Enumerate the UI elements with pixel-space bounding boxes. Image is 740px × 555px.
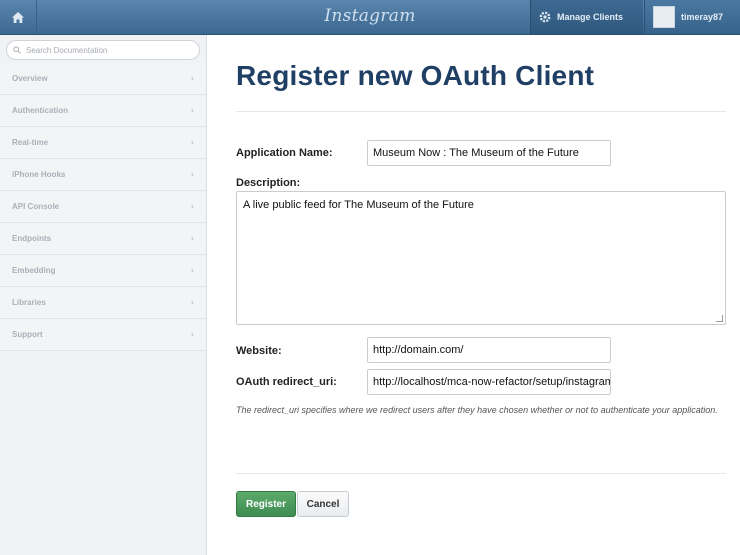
register-button[interactable]: Register [236,491,296,517]
chevron-right-icon: › [190,105,194,116]
sidebar-item-support[interactable]: Support › [0,319,206,351]
description-label: Description: [236,177,301,189]
sidebar-item-label: Real-time [12,138,49,147]
username-label: timeray87 [681,12,724,22]
gear-icon [539,11,551,23]
instagram-logo[interactable]: Instagram [320,6,420,26]
title-divider [236,111,726,112]
sidebar-item-label: Endpoints [12,234,52,243]
chevron-right-icon: › [190,329,194,340]
page-title: Register new OAuth Client [236,60,595,91]
home-icon [11,11,25,24]
manage-clients-label: Manage Clients [557,12,624,22]
search-icon [13,46,21,54]
sidebar-item-label: Embedding [12,266,56,275]
sidebar-item-real-time[interactable]: Real-time › [0,127,206,159]
sidebar-item-embedding[interactable]: Embedding › [0,255,206,287]
top-navigation-bar: Instagram Manage Clients timeray87 [0,0,740,35]
redirect-uri-field[interactable]: http://localhost/mca-now-refactor/setup/… [367,369,611,395]
search-input[interactable]: Search Documentation [6,40,200,60]
manage-clients-button[interactable]: Manage Clients [530,0,643,34]
sidebar-item-label: Overview [12,74,48,83]
redirect-uri-help-text: The redirect_uri specifies where we redi… [236,405,718,415]
chevron-right-icon: › [190,73,194,84]
description-field[interactable]: A live public feed for The Museum of the… [236,191,726,325]
chevron-right-icon: › [190,169,194,180]
sidebar-item-authentication[interactable]: Authentication › [0,95,206,127]
sidebar-item-endpoints[interactable]: Endpoints › [0,223,206,255]
chevron-right-icon: › [190,201,194,212]
avatar [653,6,675,28]
sidebar-item-libraries[interactable]: Libraries › [0,287,206,319]
chevron-right-icon: › [190,297,194,308]
application-name-field[interactable]: Museum Now : The Museum of the Future [367,140,611,166]
sidebar-item-api-console[interactable]: API Console › [0,191,206,223]
resize-handle[interactable] [716,315,723,322]
home-button[interactable] [0,0,37,34]
website-field[interactable]: http://domain.com/ [367,337,611,363]
sidebar-item-label: API Console [12,202,60,211]
sidebar-item-label: Support [12,330,43,339]
sidebar-item-label: Authentication [12,106,68,115]
sidebar-item-label: iPhone Hooks [12,170,66,179]
search-placeholder: Search Documentation [26,45,108,55]
description-value: A live public feed for The Museum of the… [243,199,474,211]
sidebar-item-overview[interactable]: Overview › [0,63,206,95]
chevron-right-icon: › [190,137,194,148]
documentation-sidebar: Search Documentation Overview › Authentic… [0,35,207,555]
form-divider [236,473,726,474]
website-label: Website: [236,345,282,357]
cancel-button[interactable]: Cancel [297,491,349,517]
user-menu-button[interactable]: timeray87 [644,0,740,34]
application-name-label: Application Name: [236,147,333,159]
chevron-right-icon: › [190,265,194,276]
redirect-uri-label: OAuth redirect_uri: [236,376,337,388]
sidebar-item-label: Libraries [12,298,46,307]
sidebar-item-iphone-hooks[interactable]: iPhone Hooks › [0,159,206,191]
chevron-right-icon: › [190,233,194,244]
